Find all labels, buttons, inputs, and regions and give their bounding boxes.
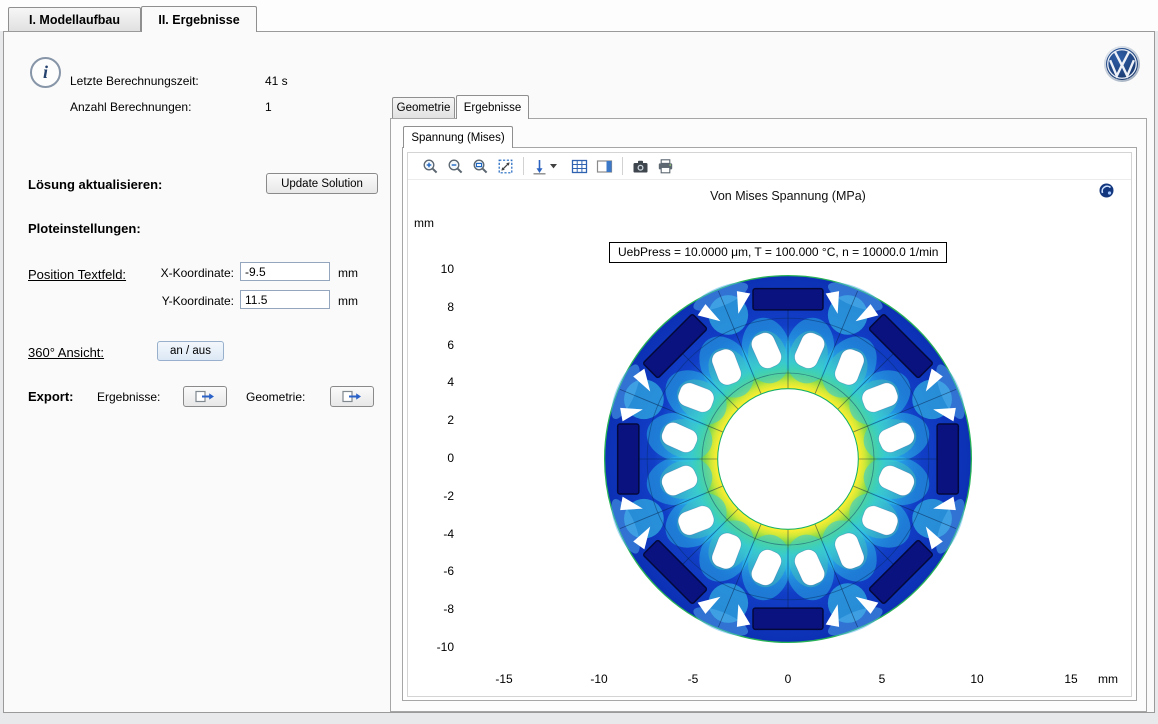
plot-group-icon: [1099, 183, 1114, 198]
zoom-box-button[interactable]: [468, 155, 493, 178]
computation-count-value: 1: [265, 100, 272, 114]
tab-geometrie-viewer-label: Geometrie: [397, 102, 451, 114]
plot-title: Von Mises Spannung (MPa): [710, 189, 866, 203]
y-tick: 10: [424, 262, 454, 276]
stress-plot-canvas[interactable]: [588, 259, 988, 659]
info-glyph: i: [43, 62, 48, 83]
zoom-extents-button[interactable]: [493, 155, 518, 178]
computation-count-label: Anzahl Berechnungen:: [70, 100, 191, 114]
legend-toggle-button[interactable]: [592, 155, 617, 178]
export-results-button[interactable]: [183, 386, 227, 407]
view-direction-icon: [531, 158, 548, 175]
export-arrow-icon: [195, 390, 215, 403]
printer-icon: [657, 158, 674, 175]
zoom-box-icon: [472, 158, 489, 175]
y-tick: -2: [424, 489, 454, 503]
vw-logo: [1103, 45, 1141, 83]
solution-heading: Lösung aktualisieren:: [28, 177, 162, 192]
table-icon: [571, 158, 588, 175]
x-tick: 10: [955, 672, 999, 686]
tab-modellaufbau[interactable]: I. Modellaufbau: [8, 7, 141, 31]
export-geometry-label: Geometrie:: [246, 390, 305, 404]
export-heading: Export:: [28, 389, 74, 404]
x-tick: 15: [1049, 672, 1093, 686]
chevron-down-icon: [550, 164, 558, 169]
toolbar-separator: [523, 157, 524, 175]
y-tick: 8: [424, 300, 454, 314]
y-tick: 4: [424, 375, 454, 389]
export-geometry-button[interactable]: [330, 386, 374, 407]
zoom-extents-icon: [497, 158, 514, 175]
update-solution-button[interactable]: Update Solution: [266, 173, 378, 194]
toolbar-separator: [622, 157, 623, 175]
view-direction-button[interactable]: [529, 155, 559, 178]
print-button[interactable]: [653, 155, 678, 178]
toggle-360-label: an / aus: [170, 345, 211, 357]
y-coordinate-label: Y-Koordinate:: [148, 294, 234, 308]
y-tick: -10: [424, 640, 454, 654]
x-coordinate-unit: mm: [338, 266, 358, 280]
x-tick: -10: [577, 672, 621, 686]
tab-ergebnisse-viewer[interactable]: Ergebnisse: [456, 95, 529, 119]
last-computation-value: 41 s: [265, 74, 288, 88]
snapshot-button[interactable]: [628, 155, 653, 178]
zoom-out-icon: [447, 158, 464, 175]
tab-modellaufbau-label: I. Modellaufbau: [29, 13, 120, 27]
x-tick: 5: [860, 672, 904, 686]
zoom-in-icon: [422, 158, 439, 175]
tab-geometrie-viewer[interactable]: Geometrie: [392, 97, 455, 118]
last-computation-label: Letzte Berechnungszeit:: [70, 74, 199, 88]
x-coordinate-label: X-Koordinate:: [148, 266, 234, 280]
x-tick: 0: [766, 672, 810, 686]
camera-icon: [632, 158, 649, 175]
y-tick: -8: [424, 602, 454, 616]
tab-ergebnisse-viewer-label: Ergebnisse: [464, 102, 522, 114]
zoom-out-button[interactable]: [443, 155, 468, 178]
y-tick: -4: [424, 527, 454, 541]
position-textfield-heading: Position Textfeld:: [28, 267, 126, 282]
y-tick: 2: [424, 413, 454, 427]
tab-spannung-mises[interactable]: Spannung (Mises): [403, 126, 513, 148]
tab-spannung-mises-label: Spannung (Mises): [411, 132, 504, 144]
info-icon: i: [30, 57, 61, 88]
tab-ergebnisse-main-label: II. Ergebnisse: [158, 13, 239, 27]
export-arrow-icon: [342, 390, 362, 403]
y-tick: 6: [424, 338, 454, 352]
application-window: I. Modellaufbau II. Ergebnisse i Letzte …: [0, 0, 1158, 724]
x-coordinate-input[interactable]: [240, 262, 330, 281]
y-coordinate-unit: mm: [338, 294, 358, 308]
y-tick: 0: [424, 451, 454, 465]
x-tick: -15: [482, 672, 526, 686]
y-coordinate-input[interactable]: [240, 290, 330, 309]
table-toggle-button[interactable]: [567, 155, 592, 178]
plot-toolbar: [408, 153, 1131, 180]
tab-ergebnisse-main[interactable]: II. Ergebnisse: [141, 6, 257, 32]
legend-panel-icon: [596, 158, 613, 175]
export-results-label: Ergebnisse:: [97, 390, 160, 404]
y-tick: -6: [424, 564, 454, 578]
y-axis-unit: mm: [414, 216, 434, 230]
x-tick: -5: [671, 672, 715, 686]
toggle-360-button[interactable]: an / aus: [157, 341, 224, 361]
zoom-in-button[interactable]: [418, 155, 443, 178]
x-axis-unit: mm: [1098, 672, 1118, 686]
plot-settings-heading: Ploteinstellungen:: [28, 221, 141, 236]
view-360-heading: 360° Ansicht:: [28, 345, 104, 360]
update-solution-label: Update Solution: [281, 178, 363, 190]
